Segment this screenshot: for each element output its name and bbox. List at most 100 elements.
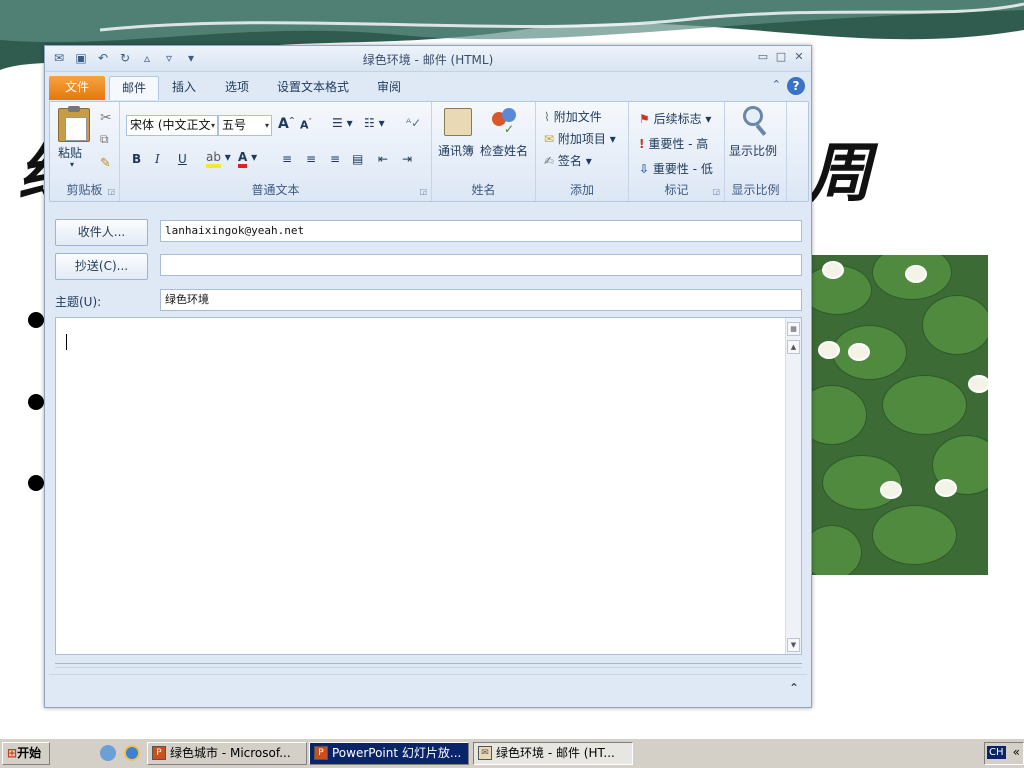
format-painter-icon[interactable]: ✎	[100, 156, 111, 171]
follow-up-label: 后续标志	[653, 112, 702, 126]
help-icon[interactable]: ?	[787, 77, 805, 95]
dialog-launcher-icon[interactable]: ◲	[419, 187, 427, 196]
to-button[interactable]: 收件人...	[55, 219, 148, 246]
zoom-button[interactable]: 显示比例	[729, 142, 777, 159]
language-indicator[interactable]: CH	[987, 746, 1006, 759]
font-size-combo[interactable]: 五号 ▾	[218, 115, 272, 136]
align-left-icon[interactable]: ≡	[282, 152, 292, 166]
dialog-launcher-icon[interactable]: ◲	[712, 187, 720, 196]
attach-item-label: 附加项目	[557, 132, 606, 146]
high-importance-button[interactable]: ! 重要性 - 高	[639, 135, 708, 152]
signature-label: 签名	[557, 154, 582, 168]
group-tags: ⚑ 后续标志 ▾ ! 重要性 - 高 ⇩ 重要性 - 低 标记 ◲	[629, 102, 725, 201]
underline-button[interactable]: U	[178, 152, 187, 166]
mail-compose-window: ✉ ▣ ↶ ↻ ▵ ▿ ▾ 绿色环境 - 邮件 (HTML) ▭ □ ✕ 文件 …	[44, 45, 812, 708]
copy-icon[interactable]: ⧉	[100, 132, 109, 147]
highlight-icon[interactable]: ab ▾	[206, 150, 231, 168]
envelope-icon: ✉	[544, 132, 555, 146]
slide-bullet	[28, 312, 44, 328]
group-basic-text: 宋体 (中文正文 ▾ 五号 ▾ A^ Aˇ ☰ ▾ ☷ ▾ ᴬ✓ B I U ab …	[120, 102, 432, 201]
bold-button[interactable]: B	[132, 152, 141, 166]
group-names: ✓ 通讯簿 检查姓名 姓名	[432, 102, 536, 201]
signature-icon: ✍	[544, 154, 555, 168]
slide-title-right: 周	[808, 136, 872, 211]
paste-button[interactable]: 粘贴	[58, 144, 82, 161]
mail-icon: ✉	[478, 746, 492, 760]
scroll-up-icon[interactable]: ▲	[787, 340, 800, 354]
taskbar-item-powerpoint-doc[interactable]: P 绿色城市 - Microsof...	[147, 742, 307, 765]
check-names-icon[interactable]: ✓	[490, 106, 520, 136]
group-label-include: 添加	[569, 183, 594, 197]
signature-button[interactable]: ✍ 签名 ▾	[544, 152, 592, 169]
low-importance-button[interactable]: ⇩ 重要性 - 低	[639, 160, 713, 177]
start-button[interactable]: ⊞开始	[2, 742, 50, 765]
vertical-scrollbar[interactable]: ▦ ▲ ▼	[785, 318, 801, 654]
increase-indent-icon[interactable]: ⇥	[402, 152, 412, 166]
paste-dropdown-icon[interactable]: ▾	[70, 160, 74, 169]
follow-up-button[interactable]: ⚑ 后续标志 ▾	[639, 110, 711, 127]
expand-people-pane-icon[interactable]: ⌃	[789, 681, 799, 695]
attach-file-label: 附加文件	[553, 110, 602, 124]
tab-review[interactable]: 审阅	[365, 76, 413, 100]
numbering-icon[interactable]: ☷ ▾	[364, 116, 385, 130]
tab-format-text[interactable]: 设置文本格式	[265, 76, 361, 100]
ribbon-tabs: 文件 邮件 插入 选项 设置文本格式 审阅 ⌃ ?	[45, 72, 811, 100]
dialog-launcher-icon[interactable]: ◲	[107, 187, 115, 196]
slide-bullet	[28, 475, 44, 491]
tab-file[interactable]: 文件	[49, 76, 105, 100]
group-clipboard: 粘贴 ▾ ✂ ⧉ ✎ 剪贴板 ◲	[50, 102, 120, 201]
address-book-icon[interactable]	[444, 108, 472, 136]
subject-field[interactable]: 绿色环境	[160, 289, 802, 311]
taskbar-item-slideshow[interactable]: P PowerPoint 幻灯片放...	[309, 742, 469, 765]
clear-format-icon[interactable]: ᴬ✓	[406, 116, 421, 130]
down-arrow-icon: ⇩	[639, 162, 650, 176]
attach-item-button[interactable]: ✉ 附加项目 ▾	[544, 130, 616, 147]
font-name-combo[interactable]: 宋体 (中文正文 ▾	[126, 115, 218, 136]
message-body-editor[interactable]: ▦ ▲ ▼	[55, 317, 802, 655]
text-cursor	[66, 334, 67, 350]
paste-icon[interactable]	[58, 106, 90, 142]
align-right-icon[interactable]: ≡	[330, 152, 340, 166]
group-label-names: 姓名	[471, 183, 496, 197]
attach-file-button[interactable]: ⌇ 附加文件	[544, 108, 602, 125]
scroll-down-icon[interactable]: ▼	[787, 638, 800, 652]
title-bar: ✉ ▣ ↶ ↻ ▵ ▿ ▾ 绿色环境 - 邮件 (HTML) ▭ □ ✕	[45, 46, 811, 72]
internet-explorer-icon[interactable]	[124, 745, 140, 761]
shrink-font-icon[interactable]: Aˇ	[300, 118, 312, 132]
bullets-icon[interactable]: ☰ ▾	[332, 116, 353, 130]
decrease-indent-icon[interactable]: ⇤	[378, 152, 388, 166]
people-pane-splitter[interactable]	[55, 663, 802, 668]
font-color-icon[interactable]: A ▾	[238, 150, 257, 168]
tab-insert[interactable]: 插入	[160, 76, 208, 100]
group-zoom: 显示比例 显示比例	[725, 102, 787, 201]
paperclip-icon: ⌇	[544, 110, 550, 124]
cc-field[interactable]	[160, 254, 802, 276]
close-icon[interactable]: ✕	[793, 50, 805, 63]
taskbar-item-mail[interactable]: ✉ 绿色环境 - 邮件 (HT...	[473, 742, 633, 765]
align-center-icon[interactable]: ≡	[306, 152, 316, 166]
check-names-button[interactable]: 检查姓名	[480, 142, 528, 159]
tray-expand-icon[interactable]: «	[1013, 745, 1020, 759]
minimize-ribbon-icon[interactable]: ⌃	[772, 78, 781, 91]
font-size-value: 五号	[222, 118, 247, 132]
window-controls: ▭ □ ✕	[757, 50, 805, 63]
to-field[interactable]: lanhaixingok@yeah.net	[160, 220, 802, 242]
address-book-button[interactable]: 通讯簿	[438, 142, 474, 159]
chevron-down-icon: ▾	[264, 121, 269, 130]
cut-icon[interactable]: ✂	[100, 110, 112, 126]
desktop-icon[interactable]	[100, 745, 116, 761]
magnifier-icon[interactable]	[743, 106, 763, 126]
grow-font-icon[interactable]: A^	[278, 116, 295, 132]
cc-button[interactable]: 抄送(C)...	[55, 253, 148, 280]
italic-button[interactable]: I	[155, 152, 160, 166]
task-label: 绿色环境 - 邮件 (HT...	[496, 746, 615, 760]
exclamation-icon: !	[639, 137, 645, 151]
taskbar: ⊞开始 P 绿色城市 - Microsof... P PowerPoint 幻灯片放…	[0, 738, 1024, 768]
justify-icon[interactable]: ▤	[352, 152, 363, 166]
task-label: 绿色城市 - Microsof...	[170, 746, 291, 760]
tab-message[interactable]: 邮件	[109, 76, 160, 100]
maximize-icon[interactable]: □	[775, 50, 787, 63]
ruler-toggle-icon[interactable]: ▦	[787, 322, 800, 336]
minimize-icon[interactable]: ▭	[757, 50, 769, 63]
tab-options[interactable]: 选项	[213, 76, 261, 100]
